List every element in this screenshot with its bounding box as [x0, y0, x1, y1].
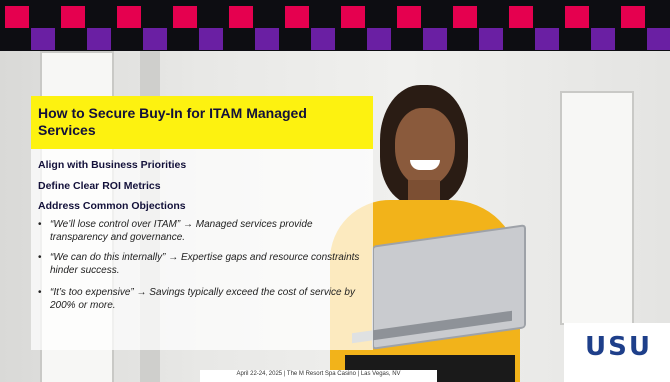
point-roi-metrics: Define Clear ROI Metrics: [38, 180, 161, 192]
checker-square: [61, 6, 85, 28]
bullet-dot: •: [38, 252, 42, 263]
checker-square: [397, 6, 421, 28]
checker-square: [423, 28, 447, 50]
checker-square: [173, 6, 197, 28]
objection-text: “We’ll lose control over ITAM” → Managed…: [50, 219, 313, 243]
checker-banner: [0, 0, 670, 51]
checker-square: [565, 6, 589, 28]
checker-square: [341, 6, 365, 28]
checker-square: [479, 28, 503, 50]
slide-title: How to Secure Buy-In for ITAM Managed Se…: [38, 105, 307, 138]
checker-square: [535, 28, 559, 50]
checker-square: [285, 6, 309, 28]
checker-square: [647, 28, 670, 50]
checker-square: [509, 6, 533, 28]
checker-square: [229, 6, 253, 28]
checker-square: [5, 6, 29, 28]
objection-text: “It’s too expensive” → Savings typically…: [50, 287, 355, 311]
checker-square: [87, 28, 111, 50]
bullet-dot: •: [38, 219, 42, 230]
point-common-objections: Address Common Objections: [38, 200, 186, 212]
checker-square: [311, 28, 335, 50]
checker-square: [199, 28, 223, 50]
checker-square: [255, 28, 279, 50]
window-frame: [560, 91, 634, 325]
checker-square: [367, 28, 391, 50]
checker-square: [31, 28, 55, 50]
usu-logo: USU: [585, 332, 652, 362]
checker-square: [143, 28, 167, 50]
checker-square: [621, 6, 645, 28]
presentation-slide: How to Secure Buy-In for ITAM Managed Se…: [0, 0, 670, 382]
objection-text: “We can do this internally” → Expertise …: [50, 252, 360, 276]
checker-square: [591, 28, 615, 50]
person-face: [395, 108, 455, 186]
checker-square: [117, 6, 141, 28]
point-business-priorities: Align with Business Priorities: [38, 159, 187, 171]
bullet-dot: •: [38, 287, 42, 298]
event-footer: April 22-24, 2025 | The M Resort Spa Cas…: [236, 371, 401, 377]
checker-square: [453, 6, 477, 28]
